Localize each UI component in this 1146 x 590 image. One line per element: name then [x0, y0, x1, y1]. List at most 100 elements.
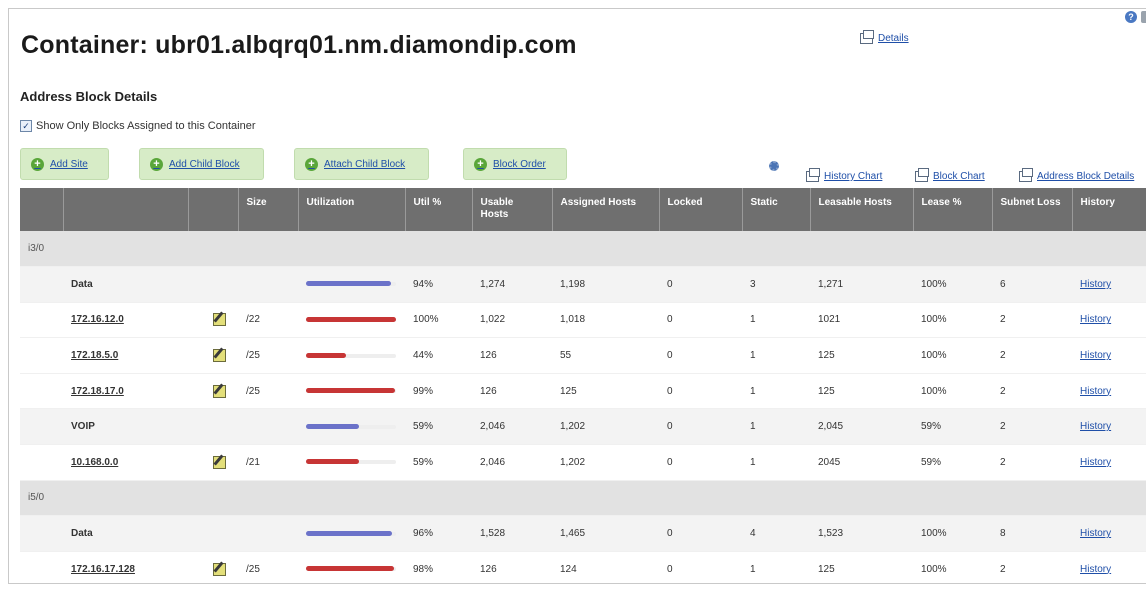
- block-address-link[interactable]: 172.18.5.0: [63, 337, 188, 374]
- window-icon: [915, 168, 929, 182]
- aggregate-name: Data: [63, 266, 188, 303]
- block-address-link[interactable]: 172.16.17.128: [63, 551, 188, 583]
- group-row: i3/0: [20, 231, 1146, 268]
- edit-icon[interactable]: [213, 562, 226, 576]
- gear-icon[interactable]: [769, 161, 779, 171]
- block-address-link[interactable]: 10.168.0.0: [63, 444, 188, 481]
- edit-icon[interactable]: [213, 455, 226, 469]
- utilization-bar-fill: [306, 388, 395, 394]
- history-link[interactable]: History: [1080, 564, 1111, 575]
- usable-hosts-cell: 126: [472, 373, 552, 410]
- utilization-bar-fill: [306, 423, 359, 429]
- assigned-hosts-cell: 125: [552, 373, 659, 410]
- locked-cell: 0: [659, 373, 742, 410]
- history-link[interactable]: History: [1080, 421, 1111, 432]
- edit-icon[interactable]: [213, 384, 226, 398]
- utilization-bar-fill: [306, 459, 359, 465]
- utilization-cell: [298, 373, 405, 410]
- details-link[interactable]: Details: [860, 30, 909, 44]
- subnet-loss-cell: 8: [992, 515, 1072, 552]
- utilization-bar-fill: [306, 352, 346, 358]
- column-header-assigned-hosts[interactable]: Assigned Hosts: [552, 188, 660, 231]
- lease-pct-cell: 100%: [913, 373, 992, 410]
- group-label: i3/0: [20, 231, 1146, 268]
- help-icon[interactable]: ?: [1125, 11, 1137, 23]
- attach-child-block-button[interactable]: + Attach Child Block: [294, 148, 429, 180]
- column-header-subnet-loss[interactable]: Subnet Loss: [992, 188, 1073, 231]
- size-cell: [238, 408, 298, 446]
- address-block-details-link[interactable]: Address Block Details: [1019, 168, 1135, 182]
- column-header-size[interactable]: Size: [238, 188, 299, 231]
- page-title: Container: ubr01.albqrq01.nm.diamondip.c…: [21, 31, 577, 59]
- plus-icon: +: [474, 157, 487, 171]
- block-address-link[interactable]: 172.16.12.0: [63, 302, 188, 339]
- address-block-details-label: Address Block Details: [1037, 171, 1135, 182]
- print-icon[interactable]: [1141, 11, 1146, 23]
- edit-cell: [188, 408, 238, 446]
- locked-cell: 0: [659, 302, 742, 339]
- static-cell: 1: [742, 337, 810, 374]
- utilization-bar-fill: [306, 566, 394, 572]
- size-cell: /25: [238, 337, 298, 374]
- group-label: i5/0: [20, 480, 1146, 517]
- details-link-label: Details: [878, 33, 909, 44]
- edit-cell: [188, 373, 238, 410]
- utilization-bar: [306, 564, 396, 574]
- util-pct-cell: 59%: [405, 408, 472, 446]
- usable-hosts-cell: 1,022: [472, 302, 552, 339]
- show-only-assigned-row[interactable]: ✓ Show Only Blocks Assigned to this Cont…: [20, 120, 256, 132]
- column-header-locked[interactable]: Locked: [659, 188, 743, 231]
- column-header-utilization[interactable]: Utilization: [298, 188, 406, 231]
- add-child-block-button[interactable]: + Add Child Block: [139, 148, 264, 180]
- utilization-cell: [298, 266, 405, 303]
- size-cell: [238, 515, 298, 552]
- indent-cell: [20, 337, 63, 374]
- aggregate-row: Data 96% 1,528 1,465 0 4 1,523 100% 8 History: [20, 515, 1146, 552]
- usable-hosts-cell: 2,046: [472, 444, 552, 481]
- edit-icon[interactable]: [213, 313, 226, 327]
- add-site-label: Add Site: [50, 158, 88, 170]
- util-pct-cell: 94%: [405, 266, 472, 303]
- edit-icon[interactable]: [213, 349, 226, 363]
- address-block-table: Size Utilization Util % Usable Hosts Ass…: [20, 188, 1146, 583]
- column-header-util-pct[interactable]: Util %: [405, 188, 473, 231]
- column-header-history[interactable]: History: [1072, 188, 1146, 231]
- indent-cell: [20, 302, 63, 339]
- show-only-assigned-checkbox[interactable]: ✓: [20, 120, 32, 132]
- indent-cell: [20, 444, 63, 481]
- usable-hosts-cell: 1,528: [472, 515, 552, 552]
- utilization-cell: [298, 551, 405, 583]
- locked-cell: 0: [659, 408, 742, 446]
- subnet-loss-cell: 2: [992, 444, 1072, 481]
- block-order-button[interactable]: + Block Order: [463, 148, 567, 180]
- history-link[interactable]: History: [1080, 528, 1111, 539]
- history-link[interactable]: History: [1080, 279, 1111, 290]
- history-cell: History: [1072, 444, 1146, 481]
- block-address-link[interactable]: 172.18.17.0: [63, 373, 188, 410]
- column-header-blank: [20, 188, 64, 231]
- history-chart-link[interactable]: History Chart: [806, 168, 882, 182]
- leasable-hosts-cell: 2,045: [810, 408, 913, 446]
- add-child-block-label: Add Child Block: [169, 158, 240, 170]
- utilization-bar-fill: [306, 281, 391, 287]
- usable-hosts-cell: 1,274: [472, 266, 552, 303]
- history-link[interactable]: History: [1080, 457, 1111, 468]
- history-link[interactable]: History: [1080, 386, 1111, 397]
- history-link[interactable]: History: [1080, 314, 1111, 325]
- column-header-leasable-hosts[interactable]: Leasable Hosts: [810, 188, 914, 231]
- edit-cell: [188, 444, 238, 481]
- content-frame: Container: ubr01.albqrq01.nm.diamondip.c…: [8, 8, 1146, 584]
- history-link[interactable]: History: [1080, 350, 1111, 361]
- edit-cell: [188, 515, 238, 552]
- add-site-button[interactable]: + Add Site: [20, 148, 109, 180]
- assigned-hosts-cell: 124: [552, 551, 659, 583]
- column-header-static[interactable]: Static: [742, 188, 811, 231]
- column-header-usable-hosts[interactable]: Usable Hosts: [472, 188, 553, 231]
- block-row: 172.18.5.0/25 44% 126 55 0 1 125 100% 2 History: [20, 337, 1146, 374]
- block-chart-label: Block Chart: [933, 171, 985, 182]
- block-chart-link[interactable]: Block Chart: [915, 168, 985, 182]
- column-header-blank: [188, 188, 239, 231]
- aggregate-name: VOIP: [63, 408, 188, 446]
- column-header-lease-pct[interactable]: Lease %: [913, 188, 993, 231]
- static-cell: 1: [742, 373, 810, 410]
